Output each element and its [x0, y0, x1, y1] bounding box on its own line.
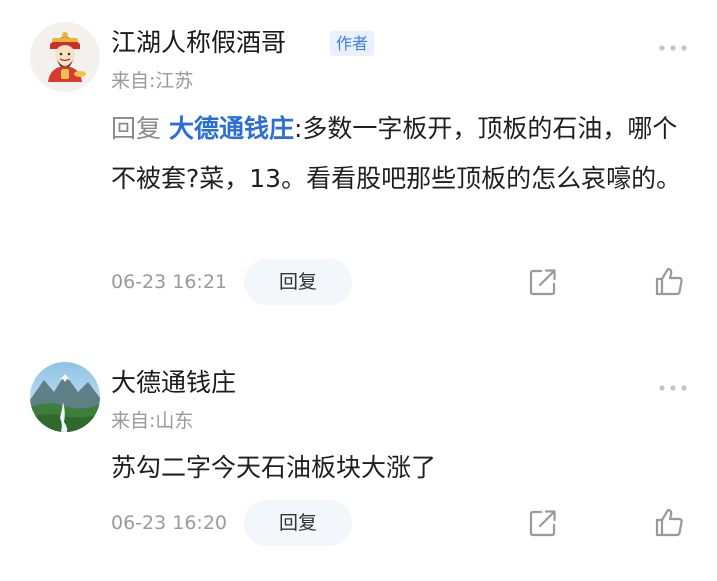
- thumbs-up-icon[interactable]: [653, 266, 685, 298]
- comment-body: 苏勾二字今天石油板块大涨了: [111, 446, 691, 490]
- username[interactable]: 江湖人称假酒哥: [111, 27, 286, 59]
- thumbs-up-icon[interactable]: [653, 507, 685, 539]
- avatar[interactable]: [30, 22, 100, 92]
- reply-button[interactable]: 回复: [244, 500, 352, 546]
- comment-item: 江湖人称假酒哥 作者 来自:江苏 回复 大德通钱庄:多数一字板开，顶板的石油，哪…: [0, 0, 717, 330]
- username[interactable]: 大德通钱庄: [111, 367, 236, 399]
- reply-button[interactable]: 回复: [244, 259, 352, 305]
- more-options-icon[interactable]: [657, 38, 689, 51]
- reply-target-username[interactable]: 大德通钱庄: [169, 114, 294, 143]
- comment-body: 回复 大德通钱庄:多数一字板开，顶板的石油，哪个不被套?菜，13。看看股吧那些顶…: [111, 104, 691, 204]
- location-label: 来自:山东: [111, 410, 194, 432]
- comment-text: 苏勾二字今天石油板块大涨了: [111, 453, 437, 482]
- more-options-icon[interactable]: [657, 378, 689, 391]
- location-label: 来自:江苏: [111, 70, 194, 92]
- comment-meta-row: 06-23 16:21 回复: [111, 259, 701, 305]
- reply-prefix: 回复: [111, 114, 162, 143]
- share-icon[interactable]: [528, 508, 558, 538]
- avatar[interactable]: [30, 362, 100, 432]
- landscape-avatar-icon: [30, 362, 100, 432]
- timestamp: 06-23 16:20: [111, 512, 228, 534]
- share-icon[interactable]: [528, 267, 558, 297]
- comment-meta-row: 06-23 16:20 回复: [111, 500, 701, 546]
- comment-item: 大德通钱庄 来自:山东 苏勾二字今天石油板块大涨了 06-23 16:20 回复: [0, 340, 717, 581]
- god-of-wealth-avatar-icon: [30, 22, 100, 92]
- author-badge: 作者: [330, 31, 375, 56]
- timestamp: 06-23 16:21: [111, 271, 228, 293]
